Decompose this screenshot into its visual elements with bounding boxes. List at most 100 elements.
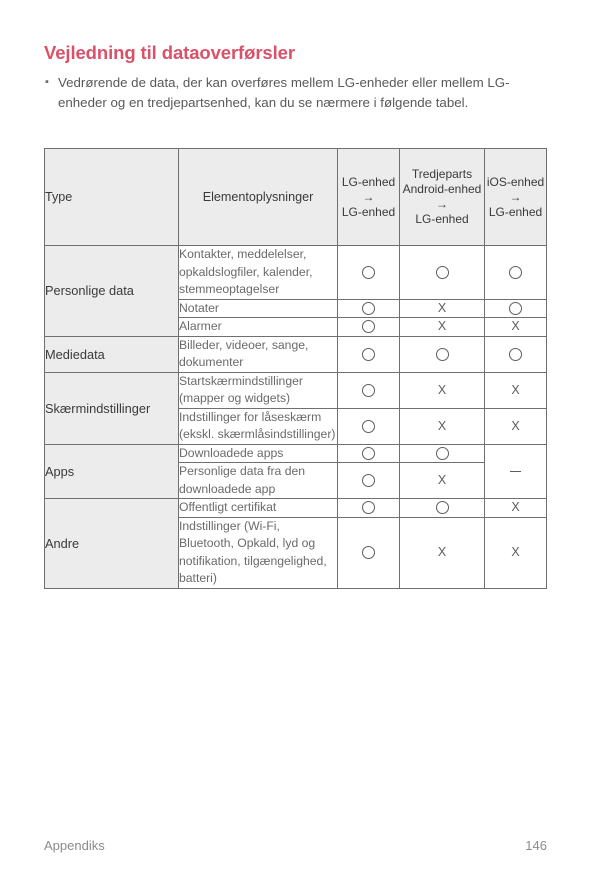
symbol-unsupported-icon: X <box>437 319 447 334</box>
cell-android-support: X <box>399 462 485 499</box>
symbol-supported-icon <box>362 383 375 397</box>
table-row: Personlige data Kontakter, meddelelser, o… <box>44 245 547 337</box>
cell-lg-support <box>337 317 400 337</box>
data-transfer-table: Type Elementoplysninger LG-enhed → LG-en… <box>44 148 547 589</box>
column-header-detail: Elementoplysninger <box>178 148 338 246</box>
symbol-supported-icon <box>362 474 375 488</box>
table-body: Personlige data Kontakter, meddelelser, o… <box>44 245 547 589</box>
cell-detail: Alarmer <box>178 317 338 337</box>
cell-ios-support: X <box>484 407 547 445</box>
bullet-marker-icon: ▪ <box>45 76 49 88</box>
symbol-supported-icon <box>362 301 375 315</box>
cell-type-group: Apps <box>44 443 179 499</box>
cell-detail: Billeder, videoer, sange, dokumenter <box>178 335 338 373</box>
table-header: Type Elementoplysninger LG-enhed → LG-en… <box>44 148 547 246</box>
symbol-unsupported-icon: X <box>437 300 447 315</box>
cell-lg-support <box>337 245 400 300</box>
cell-android-support: X <box>399 516 485 589</box>
page-footer: Appendiks 146 <box>44 838 547 853</box>
cell-lg-support <box>337 516 400 589</box>
symbol-unsupported-icon: X <box>511 418 520 433</box>
symbol-unsupported-icon: X <box>511 500 520 515</box>
cell-ios-support: X <box>484 516 547 589</box>
cell-lg-support <box>337 371 400 409</box>
cell-android-support <box>399 498 485 518</box>
table-header-row: Type Elementoplysninger LG-enhed → LG-en… <box>44 148 547 246</box>
page-title: Vejledning til dataoverførsler <box>44 42 295 63</box>
symbol-supported-icon <box>509 347 522 361</box>
cell-lg-support <box>337 498 400 518</box>
symbol-supported-icon <box>362 546 375 560</box>
symbol-unsupported-icon: X <box>437 418 447 433</box>
data-transfer-table-wrapper: Type Elementoplysninger LG-enhed → LG-en… <box>44 148 547 589</box>
cell-detail: Notater <box>178 298 338 318</box>
symbol-unsupported-icon: X <box>437 382 447 397</box>
cell-detail: Kontakter, meddelelser, opkaldslogfiler,… <box>178 245 338 300</box>
cell-android-support <box>399 245 485 300</box>
symbol-supported-icon <box>435 347 449 361</box>
cell-detail: Startskærmindstillinger (mapper og widge… <box>178 371 338 409</box>
symbol-supported-icon <box>362 320 375 334</box>
cell-detail: Indstillinger (Wi-Fi, Bluetooth, Opkald,… <box>178 516 338 589</box>
cell-type-group: Personlige data <box>44 245 179 337</box>
symbol-unsupported-icon: X <box>437 545 447 559</box>
symbol-supported-icon <box>435 265 449 279</box>
cell-android-support: X <box>399 298 485 318</box>
cell-ios-support: X <box>484 317 547 337</box>
symbol-supported-icon <box>435 446 449 460</box>
symbol-supported-icon <box>362 446 375 460</box>
header-android-from: Tredjeparts Android-enhed <box>402 167 482 196</box>
column-header-ios-to-lg: iOS-enhed → LG-enhed <box>484 148 547 246</box>
cell-detail: Offentligt certifikat <box>178 498 338 518</box>
cell-android-support <box>399 443 485 463</box>
header-android-arrow-icon: → <box>436 197 448 211</box>
table-row: Skærmindstillinger Startskærmindstillinge… <box>44 371 547 445</box>
cell-android-support: X <box>399 407 485 445</box>
cell-android-support <box>399 335 485 373</box>
cell-lg-support <box>337 298 400 318</box>
cell-android-support: X <box>399 317 485 337</box>
cell-detail: Indstillinger for låseskærm (ekskl. skær… <box>178 407 338 445</box>
header-ios-to: LG-enhed <box>488 204 543 219</box>
bullet-text: Vedrørende de data, der kan overføres me… <box>58 75 510 110</box>
cell-lg-support <box>337 443 400 463</box>
document-page: Vejledning til dataoverførsler ▪ Vedrøre… <box>0 0 591 886</box>
header-ios-from: iOS-enhed <box>486 174 545 189</box>
symbol-na-icon <box>510 470 521 473</box>
cell-type-group: Andre <box>44 498 179 589</box>
cell-ios-support: X <box>484 371 547 409</box>
header-lg-from: LG-enhed <box>341 174 396 189</box>
cell-detail: Personlige data fra den downloadede app <box>178 462 338 499</box>
header-android-to: LG-enhed <box>415 212 469 226</box>
symbol-unsupported-icon: X <box>511 382 520 397</box>
column-header-android-to-lg: Tredjeparts Android-enhed → LG-enhed <box>399 148 485 246</box>
cell-ios-support <box>484 245 547 300</box>
header-lg-arrow-icon: → <box>362 189 375 204</box>
symbol-unsupported-icon: X <box>511 545 520 559</box>
header-ios-arrow-icon: → <box>509 189 522 204</box>
cell-lg-support <box>337 407 400 445</box>
symbol-unsupported-icon: X <box>511 319 520 334</box>
footer-page-number: 146 <box>525 838 547 853</box>
column-header-lg-to-lg: LG-enhed → LG-enhed <box>337 148 400 246</box>
symbol-supported-icon <box>362 501 375 515</box>
symbol-supported-icon <box>362 347 375 361</box>
cell-ios-support <box>484 335 547 373</box>
column-header-type: Type <box>44 148 179 246</box>
list-item: ▪ Vedrørende de data, der kan overføres … <box>44 73 544 112</box>
table-row: Apps Downloadede apps <box>44 443 547 499</box>
cell-android-support: X <box>399 371 485 409</box>
table-row: Andre Offentligt certifikat X <box>44 498 547 589</box>
cell-type-group: Skærmindstillinger <box>44 371 179 445</box>
cell-detail: Downloadede apps <box>178 443 338 463</box>
cell-lg-support <box>337 335 400 373</box>
symbol-supported-icon <box>435 501 449 515</box>
header-lg-to: LG-enhed <box>341 204 396 219</box>
cell-ios-support <box>484 443 547 499</box>
symbol-unsupported-icon: X <box>437 473 447 487</box>
cell-ios-support: X <box>484 498 547 518</box>
intro-bullet-list: ▪ Vedrørende de data, der kan overføres … <box>44 73 544 112</box>
symbol-supported-icon <box>509 301 522 315</box>
cell-lg-support <box>337 462 400 499</box>
table-row: Mediedata Billeder, videoer, sange, dokum… <box>44 335 547 373</box>
